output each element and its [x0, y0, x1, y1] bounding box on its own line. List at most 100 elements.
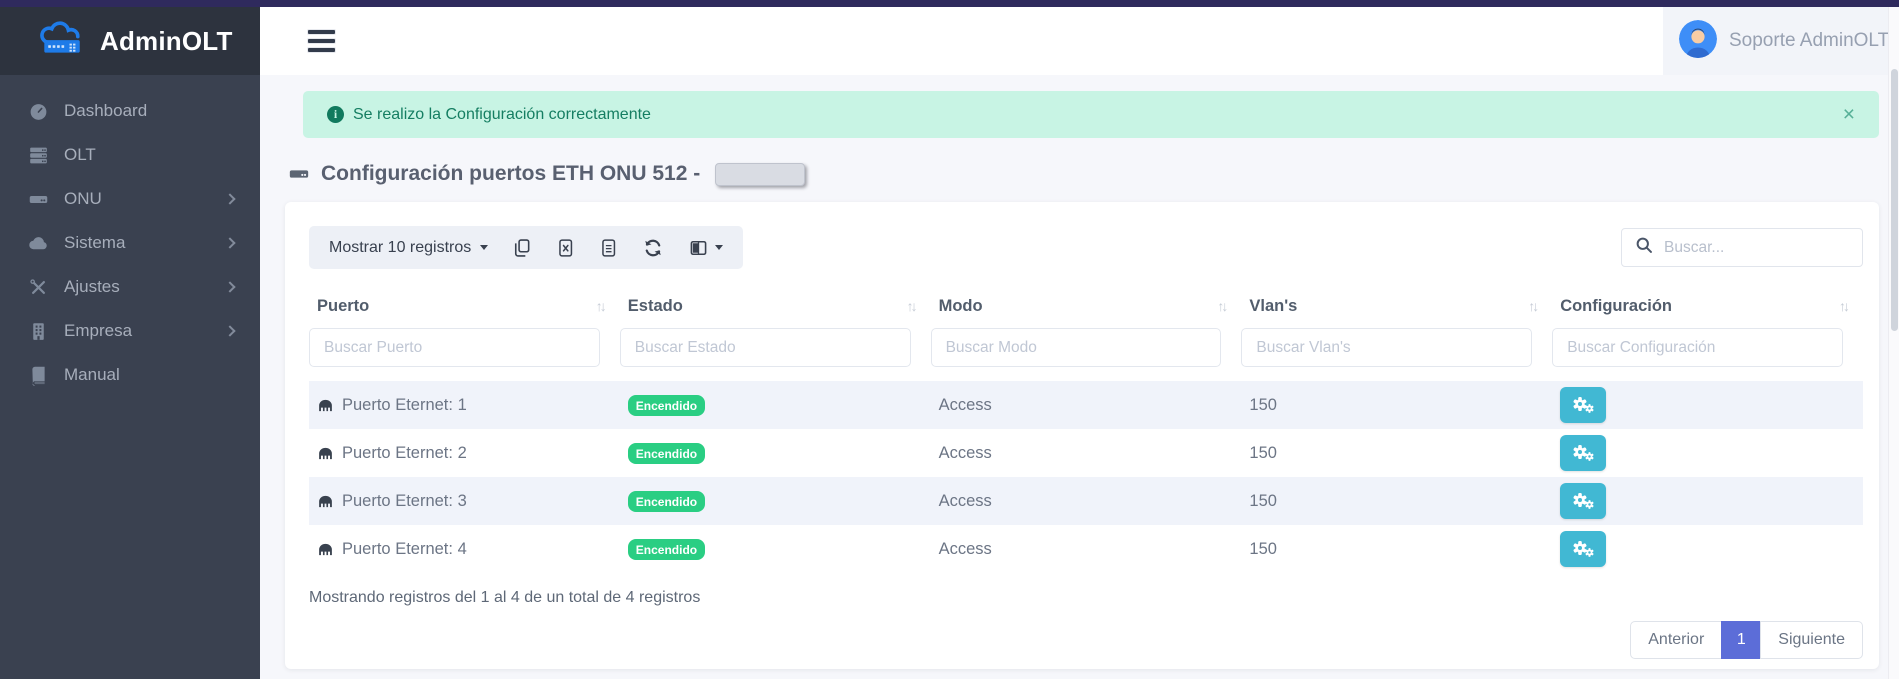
vlan-cell: 150: [1241, 381, 1552, 429]
port-label: Puerto Eternet: 1: [342, 396, 467, 415]
ports-card: Mostrar 10 registros: [285, 202, 1879, 669]
port-label: Puerto Eternet: 2: [342, 444, 467, 463]
sort-icon[interactable]: ↑↓: [1839, 298, 1847, 314]
vertical-scrollbar[interactable]: [1888, 7, 1899, 679]
info-icon: i: [327, 106, 344, 123]
copy-button[interactable]: [512, 237, 532, 259]
close-icon[interactable]: ×: [1843, 104, 1855, 125]
sidebar-item-label: Empresa: [64, 321, 132, 341]
configure-port-button[interactable]: [1560, 435, 1606, 471]
vlan-cell: 150: [1241, 429, 1552, 477]
refresh-button[interactable]: [642, 237, 664, 259]
table-row: Puerto Eternet: 4 Encendido Access 150: [309, 525, 1863, 573]
ports-table: Puerto ↑↓ Estado ↑↓ Modo ↑↓ Vlan's ↑↓ Config…: [309, 287, 1863, 573]
sidebar-item-empresa[interactable]: Empresa: [0, 309, 260, 353]
sidebar-item-olt[interactable]: OLT: [0, 133, 260, 177]
sidebar-item-dashboard[interactable]: Dashboard: [0, 89, 260, 133]
table-row: Puerto Eternet: 3 Encendido Access 150: [309, 477, 1863, 525]
table-row: Puerto Eternet: 2 Encendido Access 150: [309, 429, 1863, 477]
onu-device-icon: [288, 163, 310, 185]
status-badge: Encendido: [628, 539, 705, 560]
sidebar-item-label: Ajustes: [64, 277, 120, 297]
top-navbar: Soporte AdminOLT: [260, 7, 1899, 75]
search-input[interactable]: [1664, 239, 1849, 257]
configure-port-button[interactable]: [1560, 387, 1606, 423]
status-badge: Encendido: [628, 491, 705, 512]
ethernet-icon: [317, 398, 334, 413]
column-header-estado[interactable]: Estado ↑↓: [620, 287, 931, 326]
column-header-vlans[interactable]: Vlan's ↑↓: [1241, 287, 1552, 326]
column-label: Puerto: [317, 297, 369, 315]
filter-input-modo[interactable]: [931, 328, 1222, 367]
onu-device-icon: [27, 189, 49, 210]
page-title-row: Configuración puertos ETH ONU 512 -: [288, 162, 1879, 186]
sort-icon[interactable]: ↑↓: [1217, 298, 1225, 314]
sidebar-item-label: Manual: [64, 365, 120, 385]
caret-down-icon: [480, 245, 488, 250]
caret-down-icon: [715, 245, 723, 250]
pagination: Anterior 1 Siguiente: [309, 621, 1863, 659]
column-label: Vlan's: [1249, 297, 1297, 315]
column-header-modo[interactable]: Modo ↑↓: [931, 287, 1242, 326]
table-toolbar: Mostrar 10 registros: [309, 226, 1863, 269]
sidebar-item-manual[interactable]: Manual: [0, 353, 260, 397]
sort-icon[interactable]: ↑↓: [907, 298, 915, 314]
modo-cell: Access: [931, 429, 1242, 477]
page-length-select[interactable]: Mostrar 10 registros: [329, 239, 488, 257]
chevron-right-icon: [224, 237, 235, 248]
gauge-icon: [27, 101, 49, 122]
filter-input-vlans[interactable]: [1241, 328, 1532, 367]
user-name: Soporte AdminOLT: [1729, 30, 1889, 52]
ethernet-icon: [317, 494, 334, 509]
file-export-button[interactable]: [599, 237, 618, 259]
sort-icon[interactable]: ↑↓: [1528, 298, 1536, 314]
sidebar-item-ajustes[interactable]: Ajustes: [0, 265, 260, 309]
previous-page-button[interactable]: Anterior: [1630, 621, 1722, 659]
building-icon: [27, 321, 49, 342]
column-label: Estado: [628, 297, 683, 315]
page-1-button[interactable]: 1: [1721, 621, 1761, 659]
filter-input-puerto[interactable]: [309, 328, 600, 367]
book-icon: [27, 365, 49, 386]
sort-icon[interactable]: ↑↓: [596, 298, 604, 314]
alert-message: Se realizo la Configuración correctament…: [353, 106, 651, 124]
sidebar-item-sistema[interactable]: Sistema: [0, 221, 260, 265]
brand-logo[interactable]: AdminOLT: [0, 7, 260, 75]
table-row: Puerto Eternet: 1 Encendido Access 150: [309, 381, 1863, 429]
chevron-right-icon: [224, 281, 235, 292]
port-label: Puerto Eternet: 4: [342, 540, 467, 559]
sidebar: AdminOLT Dashboard OLT ONU: [0, 7, 260, 679]
cloud-icon: [27, 233, 49, 254]
excel-export-button[interactable]: [556, 237, 575, 259]
configure-port-button[interactable]: [1560, 531, 1606, 567]
sidebar-item-label: Dashboard: [64, 101, 147, 121]
column-label: Modo: [939, 297, 983, 315]
header-row: Puerto ↑↓ Estado ↑↓ Modo ↑↓ Vlan's ↑↓ Config…: [309, 287, 1863, 326]
main-area: Soporte AdminOLT i Se realizo la Configu…: [260, 7, 1899, 679]
ethernet-icon: [317, 542, 334, 557]
table-actions-group: Mostrar 10 registros: [309, 226, 743, 269]
ethernet-icon: [317, 446, 334, 461]
chevron-right-icon: [224, 193, 235, 204]
user-menu[interactable]: Soporte AdminOLT: [1663, 7, 1899, 75]
next-page-button[interactable]: Siguiente: [1760, 621, 1863, 659]
columns-visibility-button[interactable]: [688, 238, 723, 258]
records-summary: Mostrando registros del 1 al 4 de un tot…: [309, 589, 1863, 607]
scrollbar-thumb[interactable]: [1891, 69, 1898, 331]
filter-input-configuracion[interactable]: [1552, 328, 1843, 367]
cloud-switch-logo-icon: [38, 20, 90, 62]
configure-port-button[interactable]: [1560, 483, 1606, 519]
column-header-puerto[interactable]: Puerto ↑↓: [309, 287, 620, 326]
sidebar-item-onu[interactable]: ONU: [0, 177, 260, 221]
filter-input-estado[interactable]: [620, 328, 911, 367]
tools-icon: [27, 277, 49, 298]
page-title: Configuración puertos ETH ONU 512 -: [321, 162, 700, 186]
server-icon: [27, 145, 49, 166]
column-header-configuracion[interactable]: Configuración↑↓: [1552, 287, 1863, 326]
sidebar-nav: Dashboard OLT ONU Sistema: [0, 75, 260, 397]
sidebar-item-label: Sistema: [64, 233, 125, 253]
window-top-strip: [0, 0, 1899, 7]
modo-cell: Access: [931, 525, 1242, 573]
sidebar-toggle-button[interactable]: [308, 30, 335, 53]
port-label: Puerto Eternet: 3: [342, 492, 467, 511]
